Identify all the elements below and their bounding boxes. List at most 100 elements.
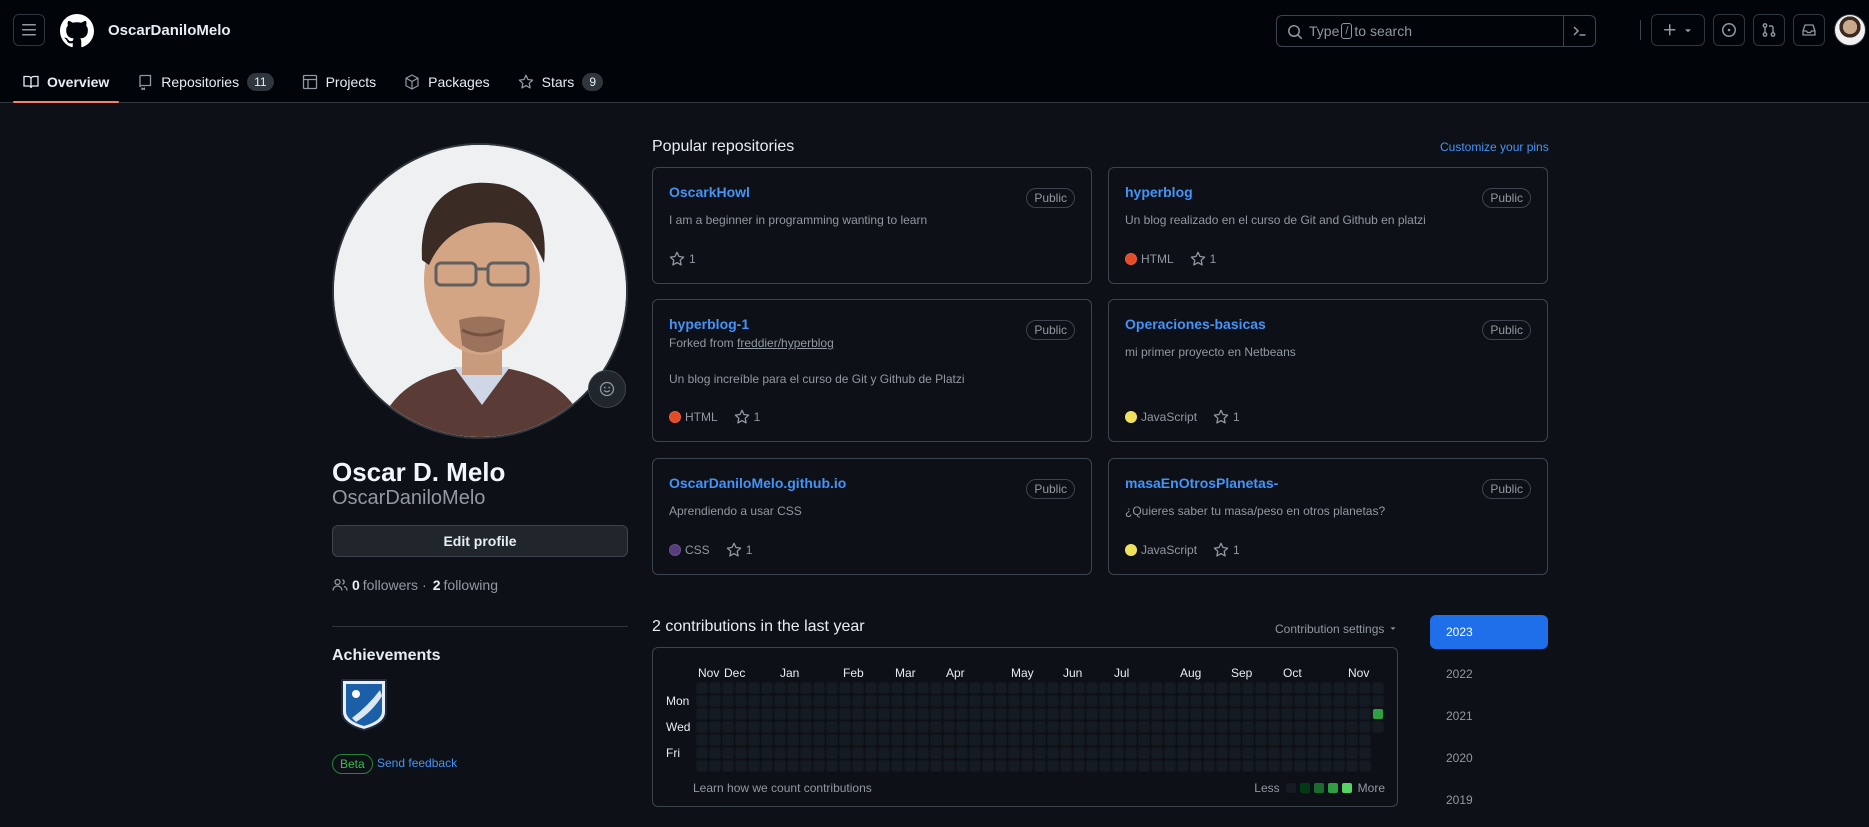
contribution-settings-button[interactable]: Contribution settings (1275, 622, 1398, 636)
contribution-day-cell[interactable] (1009, 722, 1019, 732)
contribution-day-cell[interactable] (1126, 683, 1136, 693)
contribution-day-cell[interactable] (1230, 683, 1240, 693)
contribution-day-cell[interactable] (1113, 722, 1123, 732)
contribution-day-cell[interactable] (1230, 761, 1240, 771)
contribution-day-cell[interactable] (996, 735, 1006, 745)
contribution-day-cell[interactable] (944, 696, 954, 706)
contribution-day-cell[interactable] (1217, 709, 1227, 719)
contribution-day-cell[interactable] (1217, 748, 1227, 758)
achievement-badge-icon[interactable] (338, 676, 390, 732)
contribution-day-cell[interactable] (879, 735, 889, 745)
contribution-day-cell[interactable] (1269, 761, 1279, 771)
contribution-day-cell[interactable] (1022, 683, 1032, 693)
contribution-day-cell[interactable] (1087, 761, 1097, 771)
contribution-day-cell[interactable] (1204, 735, 1214, 745)
contribution-day-cell[interactable] (723, 722, 733, 732)
contribution-day-cell[interactable] (1048, 722, 1058, 732)
contribution-day-cell[interactable] (1009, 748, 1019, 758)
contribution-day-cell[interactable] (892, 722, 902, 732)
contribution-day-cell[interactable] (892, 735, 902, 745)
tab-stars[interactable]: Stars 9 (508, 66, 613, 98)
achievements-heading[interactable]: Achievements (332, 647, 441, 665)
contribution-day-cell[interactable] (801, 735, 811, 745)
contribution-day-cell[interactable] (853, 696, 863, 706)
contribution-day-cell[interactable] (892, 696, 902, 706)
contribution-day-cell[interactable] (1022, 761, 1032, 771)
contribution-day-cell[interactable] (1152, 722, 1162, 732)
contribution-day-cell[interactable] (1035, 761, 1045, 771)
contribution-day-cell[interactable] (697, 696, 707, 706)
tab-projects[interactable]: Projects (292, 66, 387, 98)
contribution-day-cell[interactable] (1360, 696, 1370, 706)
contribution-day-cell[interactable] (1269, 735, 1279, 745)
contribution-day-cell[interactable] (1191, 709, 1201, 719)
contribution-day-cell[interactable] (1087, 735, 1097, 745)
contribution-day-cell[interactable] (1256, 696, 1266, 706)
contribution-day-cell[interactable] (866, 683, 876, 693)
contribution-day-cell[interactable] (840, 722, 850, 732)
contribution-day-cell[interactable] (905, 748, 915, 758)
contribution-day-cell[interactable] (697, 748, 707, 758)
contribution-day-cell[interactable] (1009, 709, 1019, 719)
contribution-day-cell[interactable] (1113, 748, 1123, 758)
contribution-day-cell[interactable] (1009, 761, 1019, 771)
contribution-day-cell[interactable] (1191, 722, 1201, 732)
contribution-day-cell[interactable] (723, 748, 733, 758)
contribution-day-cell[interactable] (736, 696, 746, 706)
contribution-day-cell[interactable] (1321, 735, 1331, 745)
contribution-day-cell[interactable] (1321, 722, 1331, 732)
contribution-day-cell[interactable] (749, 735, 759, 745)
send-feedback-link[interactable]: Send feedback (377, 756, 457, 770)
contribution-day-cell[interactable] (1217, 696, 1227, 706)
contribution-day-cell[interactable] (957, 748, 967, 758)
contribution-day-cell[interactable] (931, 748, 941, 758)
repo-name-link[interactable]: masaEnOtrosPlanetas- (1125, 475, 1278, 491)
contribution-day-cell[interactable] (736, 709, 746, 719)
contribution-day-cell[interactable] (736, 748, 746, 758)
contribution-day-cell[interactable] (801, 709, 811, 719)
contribution-day-cell[interactable] (1373, 722, 1383, 732)
contribution-day-cell[interactable] (866, 709, 876, 719)
contribution-day-cell[interactable] (1074, 761, 1084, 771)
contribution-day-cell[interactable] (1243, 748, 1253, 758)
contribution-day-cell[interactable] (983, 748, 993, 758)
forked-from-link[interactable]: freddier/hyperblog (737, 336, 834, 350)
contribution-day-cell[interactable] (697, 735, 707, 745)
contribution-day-cell[interactable] (892, 748, 902, 758)
contribution-day-cell[interactable] (749, 722, 759, 732)
contribution-day-cell[interactable] (1035, 683, 1045, 693)
contribution-day-cell[interactable] (1243, 735, 1253, 745)
contribution-day-cell[interactable] (983, 735, 993, 745)
contribution-day-cell[interactable] (840, 761, 850, 771)
contribution-day-cell[interactable] (996, 722, 1006, 732)
contribution-day-cell[interactable] (697, 709, 707, 719)
contribution-day-cell[interactable] (788, 748, 798, 758)
contribution-day-cell[interactable] (775, 761, 785, 771)
contribution-day-cell[interactable] (1061, 683, 1071, 693)
contribution-day-cell[interactable] (1204, 683, 1214, 693)
contribution-day-cell[interactable] (957, 683, 967, 693)
contribution-day-cell[interactable] (1282, 722, 1292, 732)
contribution-day-cell[interactable] (840, 735, 850, 745)
contribution-day-cell[interactable] (1269, 696, 1279, 706)
contribution-day-cell[interactable] (1061, 709, 1071, 719)
contribution-day-cell[interactable] (801, 683, 811, 693)
contribution-day-cell[interactable] (827, 748, 837, 758)
contribution-day-cell[interactable] (1308, 722, 1318, 732)
contribution-day-cell[interactable] (1139, 722, 1149, 732)
contribution-day-cell[interactable] (710, 735, 720, 745)
contribution-day-cell[interactable] (775, 735, 785, 745)
contribution-day-cell[interactable] (1256, 683, 1266, 693)
contribution-day-cell[interactable] (788, 761, 798, 771)
contribution-day-cell[interactable] (879, 761, 889, 771)
contribution-day-cell[interactable] (1308, 696, 1318, 706)
contribution-day-cell[interactable] (1373, 696, 1383, 706)
contribution-day-cell[interactable] (1360, 722, 1370, 732)
contribution-day-cell[interactable] (931, 761, 941, 771)
contribution-day-cell[interactable] (1061, 735, 1071, 745)
contribution-day-cell[interactable] (1035, 722, 1045, 732)
contribution-day-cell[interactable] (710, 709, 720, 719)
contribution-day-cell[interactable] (1230, 709, 1240, 719)
search-input[interactable]: Type / to search (1276, 15, 1596, 47)
contribution-day-cell[interactable] (1126, 748, 1136, 758)
